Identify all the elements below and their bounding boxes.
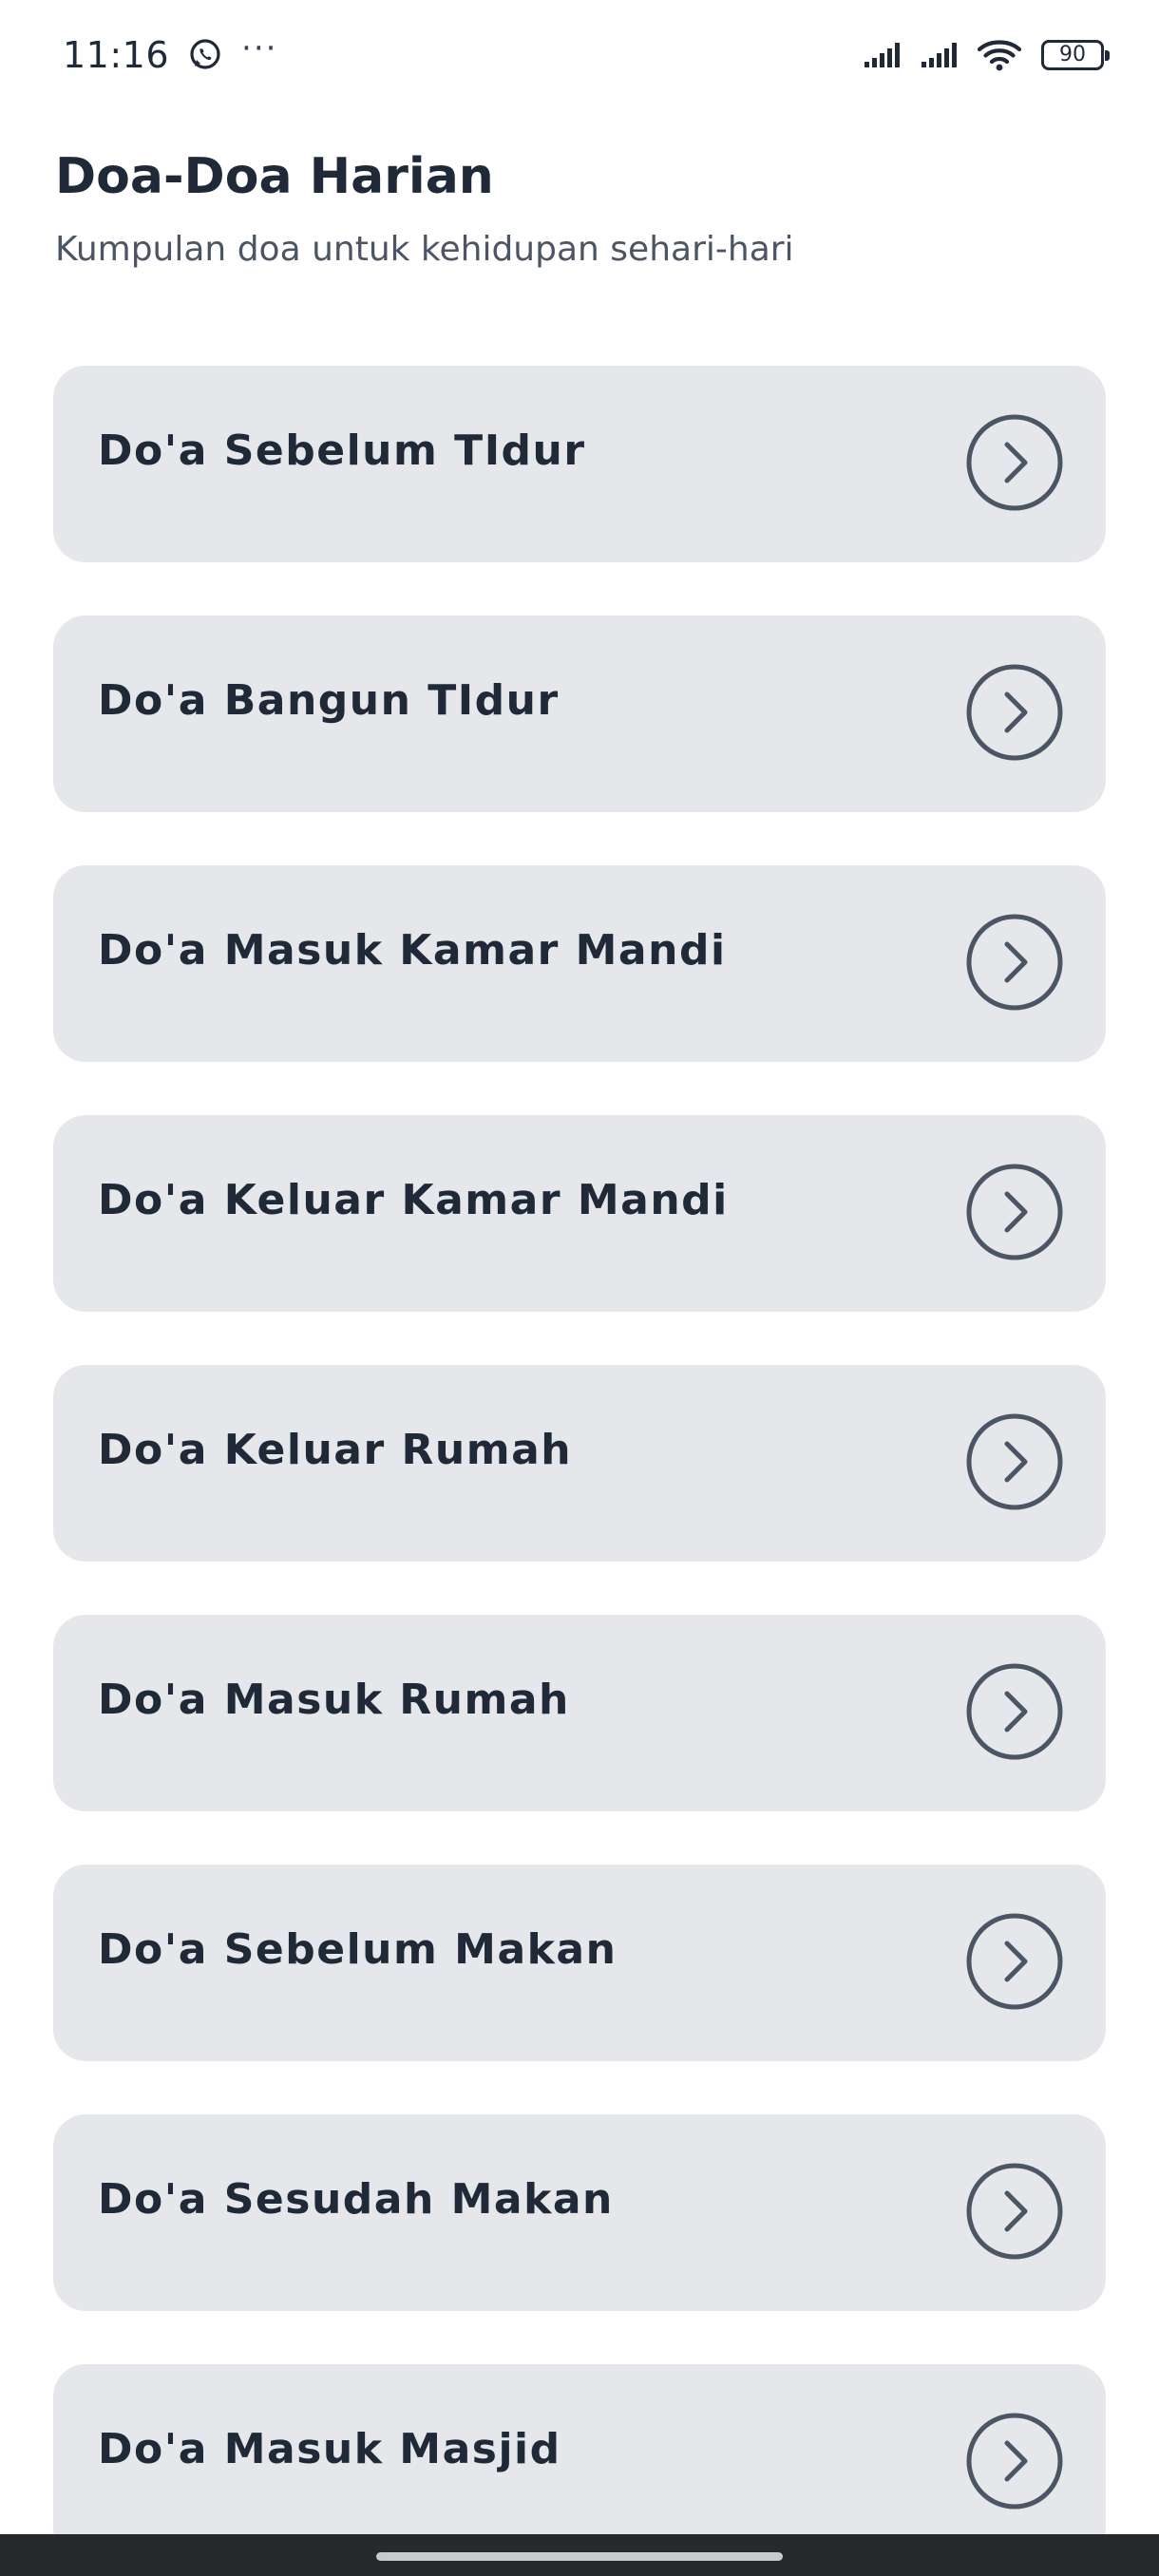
chevron-right-circle-icon[interactable]: [965, 1163, 1064, 1261]
doa-card-masuk-kamar-mandi[interactable]: Do'a Masuk Kamar Mandi: [53, 865, 1106, 1062]
doa-card-sebelum-makan[interactable]: Do'a Sebelum Makan: [53, 1865, 1106, 2061]
doa-card-label: Do'a Masuk Rumah: [98, 1676, 570, 1724]
status-time: 11:16: [63, 34, 170, 76]
chevron-right-circle-icon[interactable]: [965, 1412, 1064, 1511]
wifi-icon: [977, 38, 1022, 72]
chevron-right-circle-icon[interactable]: [965, 663, 1064, 762]
doa-card-keluar-rumah[interactable]: Do'a Keluar Rumah: [53, 1365, 1106, 1562]
chevron-right-circle-icon[interactable]: [965, 913, 1064, 1012]
page-subtitle: Kumpulan doa untuk kehidupan sehari-hari: [55, 230, 794, 269]
signal-icon: [863, 41, 906, 69]
doa-card-label: Do'a Masuk Kamar Mandi: [98, 926, 727, 975]
doa-card-bangun-tidur[interactable]: Do'a Bangun TIdur: [53, 616, 1106, 812]
battery-level: 90: [1059, 43, 1086, 66]
page-title: Doa-Doa Harian: [55, 148, 494, 205]
doa-card-keluar-kamar-mandi[interactable]: Do'a Keluar Kamar Mandi: [53, 1115, 1106, 1312]
battery-icon: 90: [1041, 40, 1110, 70]
doa-card-label: Do'a Keluar Kamar Mandi: [98, 1176, 729, 1224]
doa-card-label: Do'a Bangun TIdur: [98, 676, 560, 725]
more-dots-icon: ···: [241, 29, 278, 67]
doa-card-label: Do'a Sesudah Makan: [98, 2175, 614, 2224]
chevron-right-circle-icon[interactable]: [965, 2162, 1064, 2261]
doa-card-masuk-rumah[interactable]: Do'a Masuk Rumah: [53, 1615, 1106, 1811]
doa-card-masuk-masjid[interactable]: Do'a Masuk Masjid: [53, 2364, 1106, 2561]
doa-card-sesudah-makan[interactable]: Do'a Sesudah Makan: [53, 2114, 1106, 2311]
chevron-right-circle-icon[interactable]: [965, 1662, 1064, 1761]
doa-card-label: Do'a Sebelum Makan: [98, 1925, 618, 1974]
doa-card-label: Do'a Keluar Rumah: [98, 1426, 573, 1474]
signal-icon: [920, 41, 963, 69]
home-indicator[interactable]: [376, 2552, 783, 2561]
screen: 11:16 ··· 90 Doa-Doa Harian Kumpulan doa…: [0, 0, 1159, 2576]
system-nav-bar: [0, 2534, 1159, 2576]
doa-card-label: Do'a Masuk Masjid: [98, 2425, 561, 2473]
doa-list: Do'a Sebelum TIdur Do'a Bangun TIdur Do'…: [53, 366, 1106, 2576]
whatsapp-icon: [186, 36, 224, 74]
chevron-right-circle-icon[interactable]: [965, 2412, 1064, 2510]
status-right: 90: [863, 38, 1110, 72]
chevron-right-circle-icon[interactable]: [965, 413, 1064, 512]
status-left: 11:16 ···: [63, 29, 277, 76]
doa-card-sebelum-tidur[interactable]: Do'a Sebelum TIdur: [53, 366, 1106, 562]
status-bar: 11:16 ··· 90: [0, 0, 1159, 110]
chevron-right-circle-icon[interactable]: [965, 1912, 1064, 2011]
doa-card-label: Do'a Sebelum TIdur: [98, 426, 586, 475]
